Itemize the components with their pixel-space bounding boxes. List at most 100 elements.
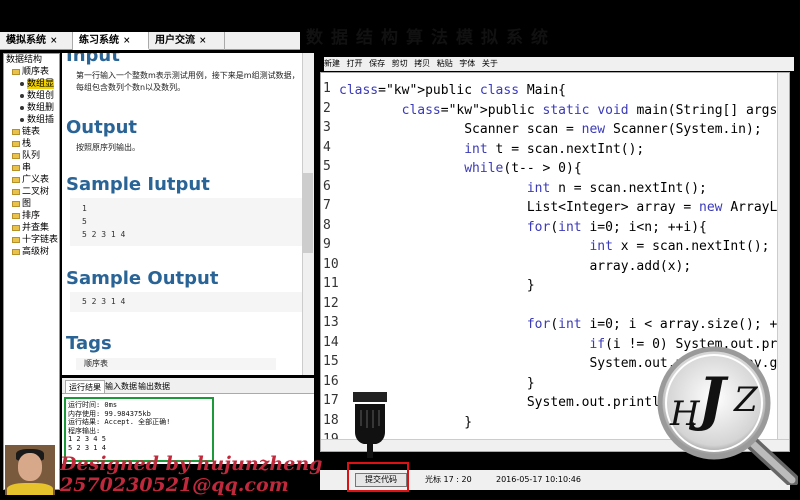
code-line[interactable]: } (339, 276, 789, 296)
tree-folder[interactable]: 并查集 (4, 222, 59, 234)
cut-button[interactable]: 剪切 (392, 59, 408, 68)
close-icon[interactable]: × (199, 36, 207, 46)
line-number: 3 (323, 120, 331, 135)
tree-folder[interactable]: 链表 (4, 126, 59, 138)
folder-icon (12, 140, 20, 147)
tree-label: 顺序表 (22, 67, 50, 77)
tab-simulation[interactable]: 模拟系统 × (0, 32, 73, 50)
line-number: 4 (323, 139, 331, 155)
code-line[interactable]: array.add(x); (339, 257, 789, 277)
tag-value: 顺序表 (76, 358, 276, 370)
code-line[interactable]: List<Integer> array = new ArrayList<Inte… (339, 198, 789, 218)
folder-icon (12, 212, 20, 219)
output-description: 按照原序列输出。 (76, 143, 140, 152)
code-line[interactable] (339, 296, 789, 316)
tree-label: 十字链表 (22, 235, 59, 245)
folder-icon (12, 152, 20, 159)
svg-text:H: H (669, 394, 701, 434)
folder-icon (12, 128, 20, 135)
author-photo (5, 445, 55, 495)
about-button[interactable]: 关于 (482, 59, 498, 68)
line-number: 1 (323, 81, 331, 96)
line-number: 11 (323, 276, 339, 291)
tree-label: 数据结构 (6, 55, 43, 65)
line-number: 9 (323, 237, 331, 252)
tab-output-data[interactable]: 输出数据 (135, 380, 173, 393)
tree-folder[interactable]: 图 (4, 198, 59, 210)
code-line[interactable]: class="kw">public class Main{ (339, 81, 789, 101)
code-line[interactable]: Scanner scan = new Scanner(System.in); (339, 120, 789, 140)
top-tab-bar: 模拟系统 × 练习系统 × 用户交流 × (0, 32, 300, 50)
code-line[interactable]: for(int i=0; i<n; ++i){ (339, 218, 789, 238)
bullet-icon (20, 93, 24, 98)
paste-button[interactable]: 粘贴 (437, 59, 453, 68)
tree-label: 并查集 (22, 223, 50, 233)
tree-folder[interactable]: 二叉树 (4, 186, 59, 198)
folder-icon (12, 248, 20, 255)
sample-input-line: 5 2 3 1 4 (82, 230, 126, 239)
tree-label: 数组插 (27, 115, 55, 125)
tree-folder[interactable]: 栈 (4, 138, 59, 150)
code-line[interactable]: while(t-- > 0){ (339, 159, 789, 179)
sample-input-line: 1 (82, 204, 87, 213)
pointing-hand-icon (353, 392, 387, 458)
line-number: 10 (323, 256, 339, 272)
save-button[interactable]: 保存 (369, 59, 385, 68)
tags-heading: Tags (66, 333, 112, 354)
line-number: 13 (323, 315, 339, 330)
code-line[interactable]: int x = scan.nextInt(); (339, 237, 789, 257)
line-number: 12 (323, 295, 339, 311)
code-line[interactable]: for(int i=0; i < array.size(); ++i){ (339, 315, 789, 335)
font-button[interactable]: 字体 (459, 59, 475, 68)
tree-root[interactable]: 数据结构 (4, 54, 59, 66)
result-tabs: 运行结果 输入数据 输出数据 (62, 378, 314, 394)
submit-highlight-box (347, 462, 409, 492)
close-icon[interactable]: × (123, 36, 131, 46)
close-icon[interactable]: × (50, 36, 58, 46)
line-number: 15 (323, 354, 339, 369)
problem-description-panel: Input 第一行输入一个整数m表示测试用例，接下来是m组测试数据，每组包含数列… (62, 53, 314, 375)
line-number: 16 (323, 373, 339, 389)
tree-leaf[interactable]: 数组插 (4, 114, 59, 126)
system-banner-title: 数据结构算法模拟系统 (306, 28, 556, 48)
tab-label: 模拟系统 (6, 35, 46, 46)
sample-output-line: 5 2 3 1 4 (82, 297, 126, 306)
input-description: 第一行输入一个整数m表示测试用例，接下来是m组测试数据，每组包含数列个数n以及数… (76, 71, 300, 92)
app-window: 模拟系统 × 练习系统 × 用户交流 × 数据结构算法模拟系统 数据结构 顺序表 数组… (0, 0, 800, 500)
sample-output-heading: Sample Output (66, 268, 219, 289)
open-button[interactable]: 打开 (347, 59, 363, 68)
svg-text:Z: Z (733, 380, 759, 420)
tab-practice[interactable]: 练习系统 × (73, 32, 149, 50)
code-line[interactable]: class="kw">public static void main(Strin… (339, 101, 789, 121)
tree-folder[interactable]: 排序 (4, 210, 59, 222)
tree-leaf[interactable]: 数组创 (4, 90, 59, 102)
tree-folder[interactable]: 高级树 (4, 246, 59, 258)
tree-folder[interactable]: 队列 (4, 150, 59, 162)
tree-label: 数组创 (27, 91, 55, 101)
code-line[interactable]: int t = scan.nextInt(); (339, 140, 789, 160)
tree-label: 排序 (22, 211, 41, 221)
line-number: 7 (323, 198, 331, 213)
tree-leaf[interactable]: 数组显 (4, 78, 59, 90)
new-button[interactable]: 新建 (324, 59, 340, 68)
sample-input-heading: Sample Iutput (66, 174, 210, 195)
scrollbar-thumb[interactable] (303, 173, 313, 253)
copy-button[interactable]: 拷贝 (414, 59, 430, 68)
folder-icon (12, 200, 20, 207)
folder-icon (12, 188, 20, 195)
code-line[interactable]: int n = scan.nextInt(); (339, 179, 789, 199)
folder-icon (12, 236, 20, 243)
tree-folder[interactable]: 串 (4, 162, 59, 174)
problem-scrollbar[interactable] (302, 53, 314, 375)
tree-folder-sequential[interactable]: 顺序表 (4, 66, 59, 78)
tree-folder[interactable]: 广义表 (4, 174, 59, 186)
line-number: 5 (323, 159, 331, 174)
tree-label: 二叉树 (22, 187, 50, 197)
tree-leaf[interactable]: 数组删 (4, 102, 59, 114)
tree-folder[interactable]: 十字链表 (4, 234, 59, 246)
tab-user-exchange[interactable]: 用户交流 × (149, 32, 225, 50)
folder-icon (12, 224, 20, 231)
tree-label: 广义表 (22, 175, 50, 185)
tab-run-result[interactable]: 运行结果 (65, 380, 105, 393)
tree-label: 高级树 (22, 247, 50, 257)
